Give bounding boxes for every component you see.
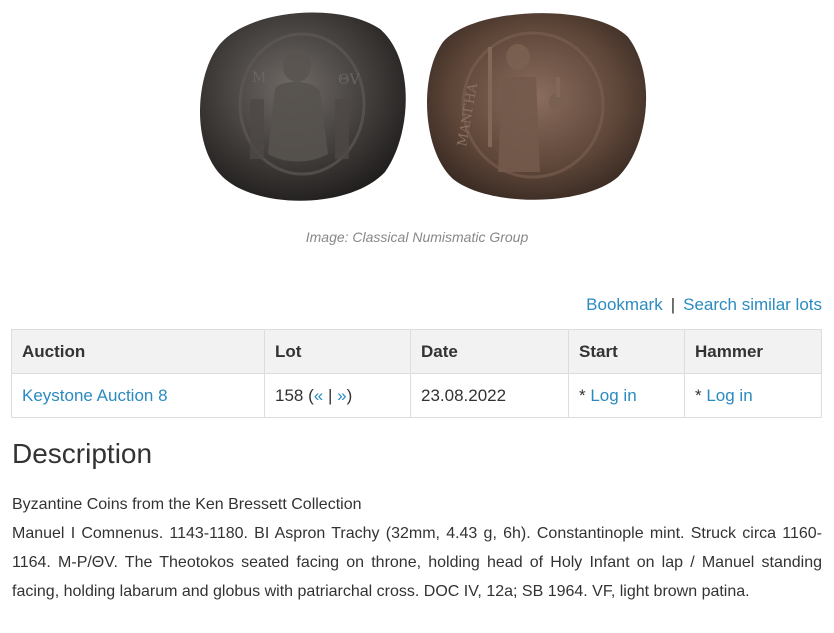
table-header-row: Auction Lot Date Start Hammer: [11, 329, 822, 374]
previous-lot-link[interactable]: «: [314, 386, 323, 405]
lot-info-table: Auction Lot Date Start Hammer Keystone A…: [11, 329, 822, 418]
lot-image[interactable]: M ΘV MANΓHA: [0, 0, 834, 222]
start-cell: * Log in: [568, 373, 685, 418]
image-caption: Image: Classical Numismatic Group: [305, 229, 529, 245]
svg-text:ΘV: ΘV: [338, 72, 360, 88]
start-login-link[interactable]: Log in: [590, 386, 636, 405]
auction-cell: Keystone Auction 8: [11, 373, 265, 418]
search-similar-lots-link[interactable]: Search similar lots: [683, 295, 822, 314]
next-lot-link[interactable]: »: [337, 386, 346, 405]
coin-reverse-icon: MANΓHA: [426, 13, 647, 200]
hammer-login-link[interactable]: Log in: [706, 386, 752, 405]
lot-nav-separator: |: [323, 385, 338, 405]
description-collection: Byzantine Coins from the Ken Bressett Co…: [12, 496, 362, 513]
bookmark-link[interactable]: Bookmark: [586, 295, 663, 314]
column-header-lot: Lot: [264, 329, 411, 374]
description-text: Manuel I Comnenus. 1143-1180. BI Aspron …: [12, 525, 822, 600]
description-body: Byzantine Coins from the Ken Bressett Co…: [12, 490, 822, 606]
coin-obverse-icon: M ΘV: [200, 12, 406, 201]
actions-separator: |: [670, 295, 676, 314]
start-prefix: *: [579, 385, 591, 405]
description-title: Description: [12, 438, 153, 469]
date-cell: 23.08.2022: [410, 373, 569, 418]
column-header-date: Date: [410, 329, 569, 374]
hammer-prefix: *: [695, 385, 707, 405]
column-header-auction: Auction: [11, 329, 265, 374]
table-row: Keystone Auction 8 158 (« | ») 23.08.202…: [11, 373, 822, 418]
lot-number: 158: [275, 385, 304, 405]
column-header-start: Start: [568, 329, 685, 374]
auction-link[interactable]: Keystone Auction 8: [22, 386, 168, 405]
column-header-hammer: Hammer: [684, 329, 822, 374]
hammer-cell: * Log in: [684, 373, 822, 418]
svg-text:M: M: [252, 70, 266, 86]
lot-cell: 158 (« | »): [264, 373, 411, 418]
lot-paren-close: ): [346, 385, 353, 405]
lot-actions: Bookmark | Search similar lots: [586, 295, 822, 315]
